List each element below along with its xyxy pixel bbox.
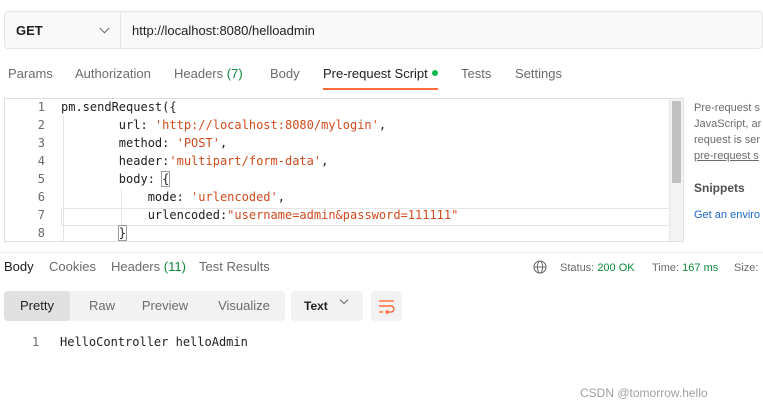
scroll-thumb[interactable] — [672, 101, 681, 183]
matched-bracket: } — [117, 225, 128, 241]
tab-label: Pre-request Script — [323, 66, 428, 81]
editor-scrollbar[interactable] — [669, 99, 683, 241]
line-number: 4 — [37, 154, 45, 168]
tab-body[interactable]: Body — [270, 60, 300, 90]
code-string: 'POST' — [176, 136, 220, 150]
line-number: 5 — [37, 172, 45, 186]
format-value: Text — [304, 299, 328, 313]
code-text: urlencoded: — [61, 208, 228, 222]
script-help-panel: Pre-request s JavaScript, ar request is … — [694, 100, 763, 223]
tab-headers[interactable]: Headers (7) — [174, 60, 243, 90]
status-readout: Status: 200 OK — [560, 262, 635, 274]
help-link[interactable]: pre-request s — [694, 148, 763, 164]
wrap-lines-icon — [379, 300, 395, 315]
code-text: pm.sendRequest({ — [61, 100, 177, 114]
line-number: 2 — [37, 118, 45, 132]
response-tab-headers[interactable]: Headers (11) — [111, 259, 186, 274]
code-line: mode: 'urlencoded', — [61, 190, 285, 204]
status-value[interactable]: 200 OK — [597, 262, 634, 274]
line-number: 6 — [37, 190, 45, 204]
response-tab-cookies[interactable]: Cookies — [49, 259, 96, 274]
help-text-line: Pre-request s — [694, 102, 761, 114]
size-readout: Size: — [734, 262, 758, 274]
tab-label: Tests — [461, 66, 492, 81]
tab-label: Headers — [174, 66, 224, 81]
code-text: header: — [61, 154, 170, 168]
tab-label: Params — [8, 66, 53, 81]
response-body-text: HelloController helloAdmin — [60, 335, 248, 349]
matched-bracket: { — [161, 171, 171, 187]
code-line: header:'multipart/form-data', — [61, 154, 329, 168]
code-line: url: 'http://localhost:8080/mylogin', — [61, 118, 386, 132]
time-readout: Time: 167 ms — [652, 262, 718, 274]
code-text: mode: — [61, 190, 192, 204]
line-number: 8 — [37, 226, 45, 240]
tab-label: Headers — [111, 259, 161, 274]
snippet-link[interactable]: Get an enviro — [694, 207, 763, 223]
tab-label: Authorization — [75, 66, 151, 81]
tab-authorization[interactable]: Authorization — [75, 60, 151, 90]
view-visualize-button[interactable]: Visualize — [204, 291, 284, 321]
url-input[interactable]: http://localhost:8080/helloadmin — [121, 23, 315, 38]
code-line: method: 'POST', — [61, 136, 227, 150]
snippets-title: Snippets — [694, 181, 745, 195]
line-gutter: 1 2 3 4 5 6 7 8 — [5, 99, 51, 241]
tab-settings[interactable]: Settings — [515, 60, 562, 90]
view-raw-button[interactable]: Raw — [70, 291, 134, 321]
code-text: , — [321, 154, 329, 168]
tab-pre-request-script[interactable]: Pre-request Script — [323, 60, 438, 90]
code-text: , — [378, 118, 387, 132]
code-string: "username=admin&password=111111" — [227, 208, 459, 222]
response-header-bar: Body Cookies Headers (11) Test Results S… — [0, 252, 763, 282]
headers-count-badge: (7) — [226, 66, 243, 81]
help-text-line: request is ser — [694, 134, 761, 146]
size-label: Size: — [734, 262, 759, 274]
response-tab-body[interactable]: Body — [4, 259, 34, 274]
chevron-down-icon — [99, 23, 110, 33]
line-number: 1 — [37, 100, 45, 114]
code-line: pm.sendRequest({ — [61, 100, 177, 114]
code-line: } — [61, 225, 128, 241]
line-number: 3 — [37, 136, 45, 150]
tab-tests[interactable]: Tests — [461, 60, 491, 90]
chevron-down-icon — [339, 295, 349, 305]
time-label: Time: — [652, 262, 680, 274]
code-string: 'multipart/form-data' — [169, 154, 322, 168]
code-string: 'urlencoded' — [191, 190, 278, 204]
format-select[interactable]: Text — [291, 291, 363, 321]
view-pretty-button[interactable]: Pretty — [4, 291, 70, 321]
tab-label: Settings — [515, 66, 562, 81]
wrap-lines-button[interactable] — [371, 291, 402, 321]
globe-icon[interactable] — [533, 260, 547, 274]
method-select[interactable]: GET — [5, 12, 121, 48]
code-text: body: — [61, 172, 163, 186]
view-preview-button[interactable]: Preview — [134, 291, 196, 321]
script-editor[interactable]: 1 2 3 4 5 6 7 8 pm.sendRequest({ url: 'h… — [4, 98, 684, 242]
code-text: , — [277, 190, 285, 204]
code-string: 'http://localhost:8080/mylogin' — [154, 118, 379, 132]
method-value: GET — [16, 22, 43, 38]
code-line: urlencoded:"username=admin&password=1111… — [61, 208, 459, 222]
tab-params[interactable]: Params — [8, 60, 53, 90]
response-line-number: 1 — [32, 335, 40, 349]
time-value[interactable]: 167 ms — [682, 262, 718, 274]
request-url-bar: GET http://localhost:8080/helloadmin — [4, 11, 763, 49]
response-tab-test-results[interactable]: Test Results — [199, 259, 270, 274]
view-mode-switch: Pretty Raw Preview Visualize — [4, 291, 285, 321]
code-line: body: { — [61, 171, 171, 187]
help-text-line: JavaScript, ar — [694, 118, 762, 130]
status-label: Status: — [560, 262, 595, 274]
watermark: CSDN @tomorrow.hello — [580, 386, 708, 400]
headers-count-badge: (11) — [163, 259, 186, 274]
code-text: url: — [61, 118, 155, 132]
code-text: , — [219, 136, 228, 150]
active-dot-icon — [431, 70, 438, 76]
tab-label: Body — [270, 66, 300, 81]
code-text: method: — [61, 136, 177, 150]
line-number: 7 — [37, 208, 45, 222]
